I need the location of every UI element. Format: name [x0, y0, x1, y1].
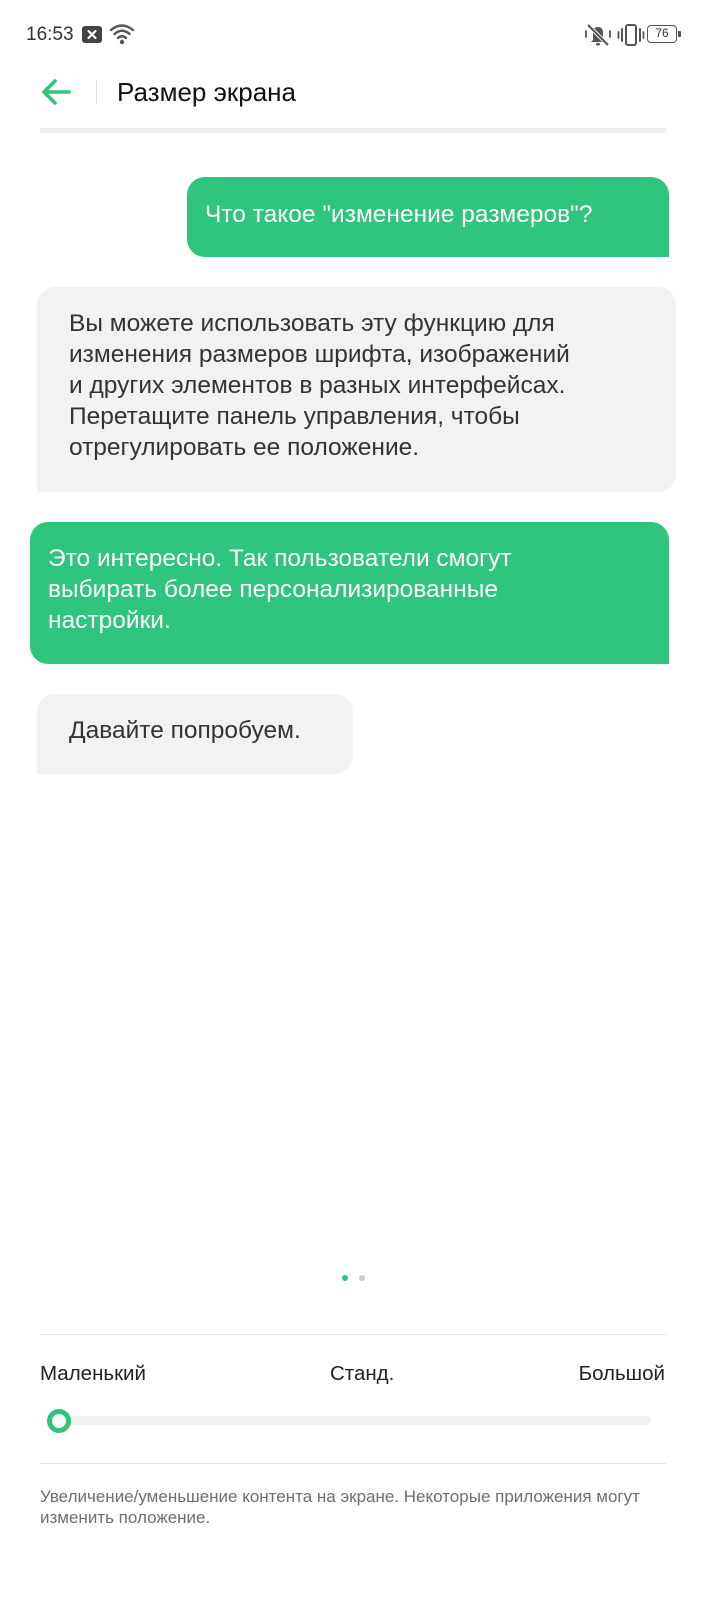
back-arrow-icon: [42, 79, 71, 105]
page-indicator[interactable]: [340, 1275, 370, 1283]
chat-bubble-text: Вы можете использовать эту функцию для и…: [69, 310, 570, 461]
chat-bubble-outgoing: Что такое "изменение размеров"?: [187, 177, 669, 257]
size-label-standard: Станд.: [330, 1362, 395, 1385]
page-title: Размер экрана: [117, 77, 296, 107]
mute-icon: [584, 22, 612, 48]
page-dot[interactable]: [359, 1275, 365, 1281]
chat-bubble-incoming: Давайте попробуем.: [37, 694, 353, 774]
notification-x-icon: [81, 25, 103, 44]
size-slider-track[interactable]: [50, 1416, 651, 1425]
chat-bubble-incoming: Вы можете использовать эту функцию для и…: [37, 287, 676, 492]
size-label-small: Маленький: [40, 1362, 146, 1385]
battery-level: 76: [655, 26, 669, 40]
vibrate-icon: [617, 23, 645, 47]
header-divider: [96, 80, 97, 104]
wifi-icon: [109, 22, 135, 46]
size-label-large: Большой: [578, 1362, 665, 1385]
chat-bubble-text: Что такое "изменение размеров"?: [205, 201, 593, 228]
divider: [40, 1334, 666, 1335]
header-divider-bar: [40, 128, 666, 133]
chat-bubble-text: Это интересно. Так пользователи смогут в…: [48, 545, 512, 634]
app-header: Размер экрана: [0, 60, 720, 124]
battery-icon: 76: [647, 25, 681, 43]
size-slider-thumb[interactable]: [47, 1409, 71, 1433]
status-time: 16:53: [26, 24, 74, 45]
chat-bubble-text: Давайте попробуем.: [69, 717, 301, 744]
divider: [40, 1463, 666, 1464]
back-button[interactable]: [38, 72, 80, 112]
size-description: Увеличение/уменьшение контента на экране…: [40, 1487, 640, 1527]
chat-bubble-outgoing: Это интересно. Так пользователи смогут в…: [30, 522, 669, 664]
page-dot-active[interactable]: [342, 1275, 348, 1281]
